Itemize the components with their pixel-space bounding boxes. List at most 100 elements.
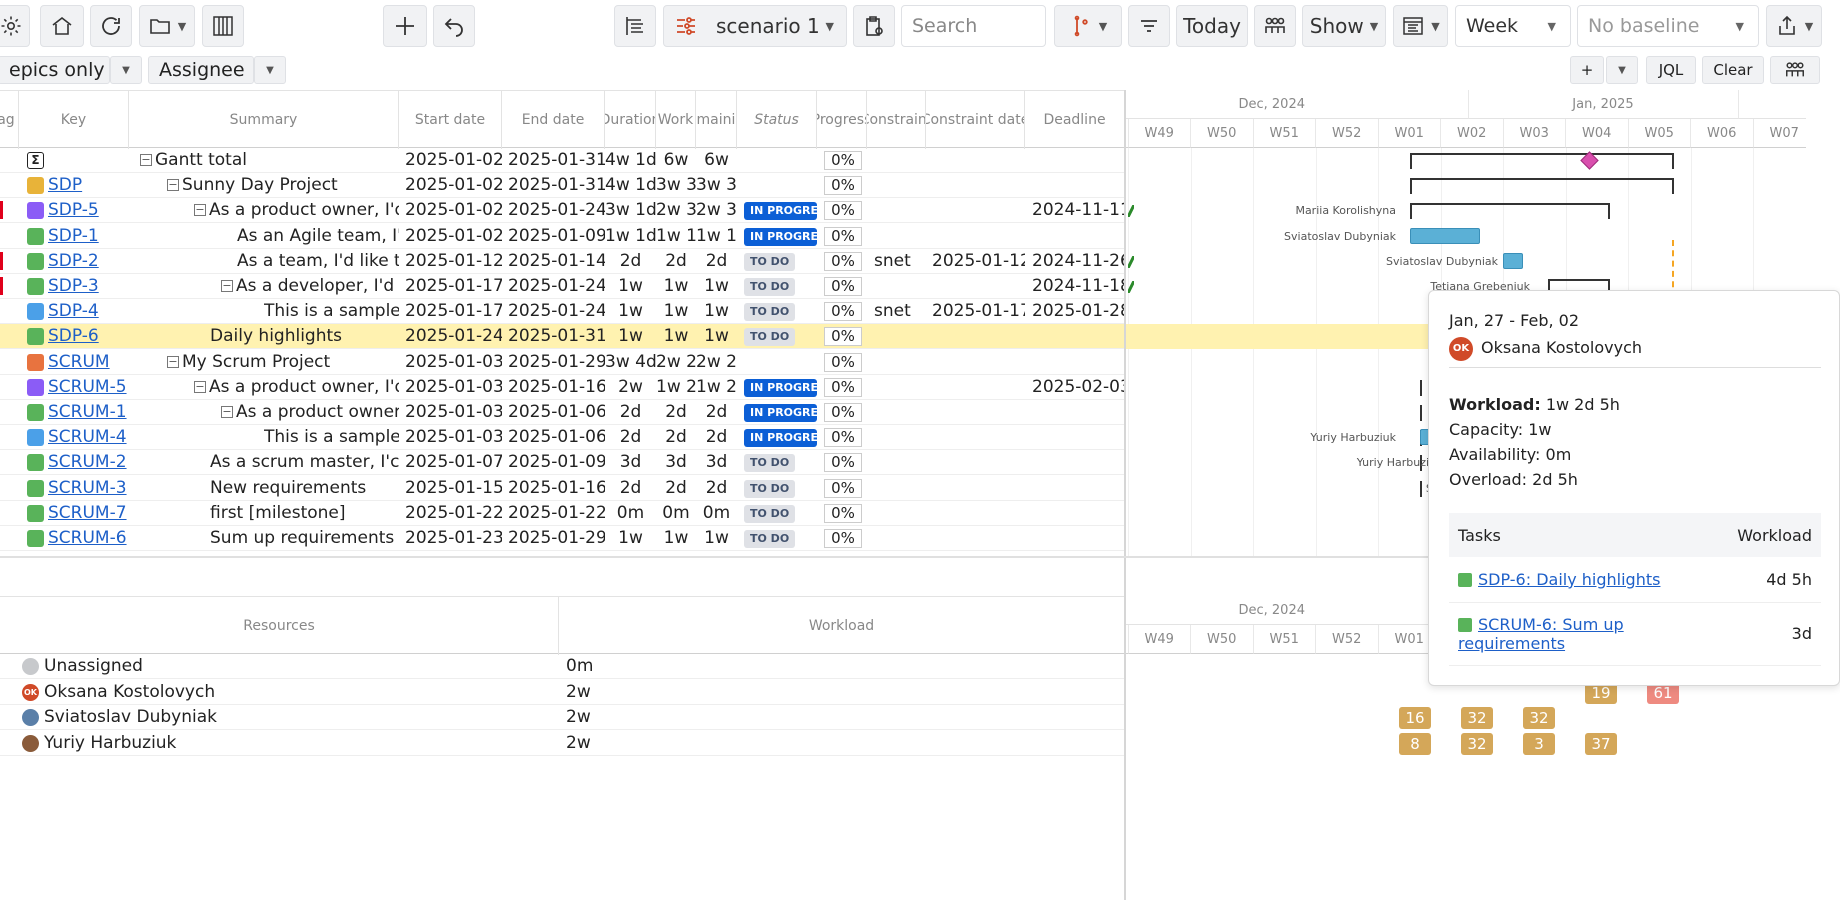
table-row[interactable]: SCRUM-4 This is a sample t 2025-01-03 2025-… bbox=[0, 425, 1124, 451]
collapse-toggle[interactable]: − bbox=[140, 154, 152, 166]
col-header-flag[interactable]: Flag bbox=[0, 91, 19, 149]
outline-button[interactable] bbox=[614, 5, 656, 47]
scenario-select[interactable]: scenario 1 ▼ bbox=[663, 5, 847, 47]
table-row[interactable]: SDP-6 Daily highlights 2025-01-24 2025-01-3… bbox=[0, 324, 1124, 350]
table-row[interactable]: SDP-3 −As a developer, I'd lik 2025-01-17 2… bbox=[0, 274, 1124, 299]
table-row[interactable]: Σ − Gantt total 2025-01-02 2025-01-31 4w 1d 6w… bbox=[0, 148, 1124, 173]
resource-row[interactable]: Unassigned 0m bbox=[0, 654, 1124, 679]
zoom-select[interactable]: Week ▼ bbox=[1455, 5, 1571, 47]
undo-button[interactable] bbox=[433, 5, 475, 47]
table-row[interactable]: SDP-1 As an Agile team, I'd 2025-01-02 2025… bbox=[0, 224, 1124, 249]
issue-key-link[interactable]: SDP bbox=[48, 175, 82, 195]
status-badge[interactable]: TO DO bbox=[744, 278, 796, 296]
add-filter-button[interactable]: + bbox=[1570, 56, 1604, 84]
table-row[interactable]: SCRUM-1 − As a product owner, I 2025-01-03 2… bbox=[0, 400, 1124, 425]
col-header-start[interactable]: Start date bbox=[399, 91, 502, 149]
collapse-toggle[interactable]: − bbox=[221, 280, 233, 292]
issue-key-link[interactable]: SDP-5 bbox=[48, 200, 99, 220]
folder-button[interactable]: ▼ bbox=[139, 5, 195, 47]
col-header-summary[interactable]: Summary bbox=[129, 91, 399, 149]
table-row[interactable]: SCRUM-6 Sum up requirements 2025-01-23 2025… bbox=[0, 526, 1124, 551]
workload-cell[interactable]: 3 bbox=[1523, 732, 1555, 755]
issue-key-link[interactable]: SCRUM-1 bbox=[48, 402, 127, 422]
col-header-key[interactable]: Key bbox=[19, 91, 129, 149]
issue-key-link[interactable]: SDP-3 bbox=[48, 276, 99, 296]
summary-bar[interactable] bbox=[1420, 480, 1422, 497]
collapse-toggle[interactable]: − bbox=[167, 355, 179, 368]
issue-key-link[interactable]: SCRUM-4 bbox=[48, 427, 127, 447]
issue-key-link[interactable]: SDP-6 bbox=[48, 326, 99, 346]
settings-button[interactable] bbox=[0, 5, 30, 47]
table-row[interactable]: SCRUM − My Scrum Project 2025-01-03 2025-01-… bbox=[0, 350, 1124, 375]
status-badge[interactable]: IN PROGRESS bbox=[744, 404, 817, 422]
col-header-progress[interactable]: Progress bbox=[817, 91, 867, 149]
workload-cell[interactable]: 37 bbox=[1585, 732, 1617, 755]
table-row[interactable]: SCRUM-3 New requirements 2025-01-15 2025-01… bbox=[0, 476, 1124, 501]
export-button[interactable]: ▼ bbox=[1766, 5, 1822, 47]
col-header-remaining[interactable]: Remaining bbox=[696, 91, 737, 149]
status-badge[interactable]: IN PROGRESS bbox=[744, 227, 817, 246]
issue-key-link[interactable]: SDP-4 bbox=[48, 301, 99, 321]
table-row[interactable]: SCRUM-7 first [milestone] 2025-01-22 2025-0… bbox=[0, 501, 1124, 526]
issue-key-link[interactable]: SDP-2 bbox=[48, 251, 99, 271]
home-button[interactable] bbox=[40, 5, 84, 47]
status-badge[interactable]: IN PROGRESS bbox=[744, 202, 817, 221]
collapse-toggle[interactable]: − bbox=[167, 179, 179, 192]
tooltip-task-link[interactable]: SCRUM-6: Sum up requirements bbox=[1458, 615, 1624, 653]
group-by-select[interactable]: Assignee bbox=[148, 56, 254, 84]
col-header-deadline[interactable]: Deadline bbox=[1025, 91, 1124, 149]
layout-button[interactable]: ▼ bbox=[1393, 5, 1448, 47]
table-row[interactable]: SDP-4 This is a sample t 2025-01-17 2025-01… bbox=[0, 299, 1124, 325]
jql-button[interactable]: JQL bbox=[1646, 56, 1696, 84]
status-badge[interactable]: TO DO bbox=[744, 454, 796, 473]
search-input[interactable] bbox=[901, 5, 1046, 47]
refresh-button[interactable] bbox=[90, 5, 132, 47]
table-row[interactable]: SDP-2 As a team, I'd like to c 2025-01-12 2… bbox=[0, 249, 1124, 274]
status-badge[interactable]: TO DO bbox=[744, 252, 796, 271]
status-badge[interactable]: IN PROGRESS bbox=[744, 429, 817, 448]
quick-filter-epics[interactable]: epics only bbox=[0, 56, 110, 84]
issue-key-link[interactable]: SDP-1 bbox=[48, 226, 99, 246]
status-badge[interactable]: TO DO bbox=[744, 479, 796, 498]
col-header-resources[interactable]: Resources bbox=[0, 597, 559, 655]
issue-key-link[interactable]: SCRUM-3 bbox=[48, 478, 127, 498]
team-filter-button[interactable] bbox=[1770, 56, 1820, 84]
columns-button[interactable] bbox=[202, 5, 244, 47]
baseline-select[interactable]: No baseline ▼ bbox=[1577, 5, 1759, 47]
add-filter-dropdown[interactable]: ▼ bbox=[1606, 56, 1638, 84]
resource-row[interactable]: OK Oksana Kostolovych 2w bbox=[0, 680, 1124, 705]
clipboard-button[interactable] bbox=[853, 5, 895, 47]
issue-key-link[interactable]: SCRUM-6 bbox=[48, 528, 127, 548]
show-button[interactable]: Show ▼ bbox=[1302, 5, 1386, 47]
group-by-dropdown[interactable]: ▼ bbox=[254, 56, 286, 84]
issue-key-link[interactable]: SCRUM-7 bbox=[48, 503, 127, 523]
col-header-end[interactable]: End date bbox=[502, 91, 605, 149]
col-header-duration[interactable]: Duration bbox=[605, 91, 656, 149]
resources-button[interactable] bbox=[1254, 5, 1296, 47]
issue-key-link[interactable]: SCRUM bbox=[48, 352, 110, 372]
workload-cell[interactable]: 32 bbox=[1461, 732, 1493, 755]
resource-row[interactable]: Sviatoslav Dubyniak 2w bbox=[0, 705, 1124, 730]
col-header-constraint[interactable]: Constraint bbox=[867, 91, 926, 149]
filter-button[interactable] bbox=[1128, 5, 1170, 47]
clear-button[interactable]: Clear bbox=[1702, 56, 1764, 84]
collapse-toggle[interactable]: − bbox=[194, 380, 206, 393]
collapse-toggle[interactable]: − bbox=[221, 406, 233, 418]
issue-key-link[interactable]: SCRUM-5 bbox=[48, 377, 127, 397]
summary-bar[interactable] bbox=[1420, 405, 1422, 421]
resource-row[interactable]: Yuriy Harbuziuk 2w bbox=[0, 731, 1124, 756]
summary-bar[interactable] bbox=[1420, 379, 1422, 396]
quick-filter-dropdown[interactable]: ▼ bbox=[110, 56, 142, 84]
status-badge[interactable]: TO DO bbox=[744, 530, 796, 548]
issue-key-link[interactable]: SCRUM-2 bbox=[48, 452, 127, 472]
collapse-toggle[interactable]: − bbox=[194, 204, 206, 217]
table-row[interactable]: SCRUM-2 As a scrum master, I'c 2025-01-07 2… bbox=[0, 450, 1124, 476]
status-badge[interactable]: TO DO bbox=[744, 504, 796, 523]
col-header-workload[interactable]: Workload bbox=[559, 597, 1124, 655]
table-row[interactable]: SDP − Sunny Day Project 2025-01-02 2025-01-3… bbox=[0, 173, 1124, 199]
status-badge[interactable]: TO DO bbox=[744, 303, 796, 322]
table-row[interactable]: SCRUM-5 −As a product owner, I'd lil 2025-… bbox=[0, 375, 1124, 400]
col-header-work[interactable]: Work bbox=[656, 91, 696, 149]
workload-cell[interactable]: 8 bbox=[1399, 732, 1431, 755]
status-badge[interactable]: TO DO bbox=[744, 328, 796, 347]
